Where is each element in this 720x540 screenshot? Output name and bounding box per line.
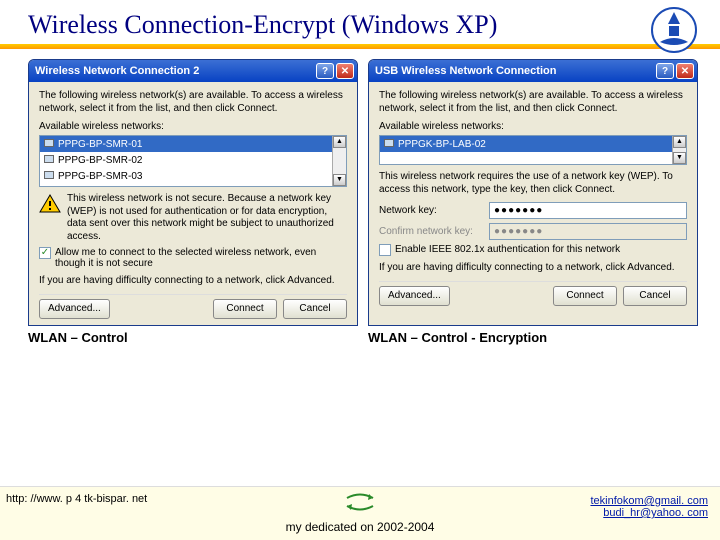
help-button[interactable]: ? (656, 63, 674, 79)
confirm-key-input[interactable]: ●●●●●●● (489, 223, 687, 240)
trouble-text: If you are having difficulty connecting … (39, 275, 347, 288)
warning-text: This wireless network is not secure. Bec… (67, 193, 347, 243)
allow-insecure-checkbox[interactable]: ✓ (39, 247, 51, 259)
trouble-text: If you are having difficulty connecting … (379, 262, 687, 275)
available-label: Available wireless networks: (379, 121, 687, 132)
title-stripe (0, 44, 720, 49)
wifi-icon (44, 139, 54, 149)
ministry-logo (650, 6, 698, 54)
scroll-up-button[interactable]: ▲ (333, 136, 346, 148)
scroll-down-button[interactable]: ▼ (673, 152, 686, 164)
network-key-label: Network key: (379, 205, 489, 216)
cancel-button[interactable]: Cancel (623, 286, 687, 306)
recycle-arrows-icon (343, 491, 377, 513)
advanced-button[interactable]: Advanced... (39, 299, 110, 319)
available-label: Available wireless networks: (39, 121, 347, 132)
help-button[interactable]: ? (316, 63, 334, 79)
wifi-icon (384, 139, 394, 149)
ieee8021x-label: Enable IEEE 802.1x authentication for th… (395, 244, 620, 255)
cancel-button[interactable]: Cancel (283, 299, 347, 319)
caption-right: WLAN – Control - Encryption (368, 330, 708, 345)
requires-key-text: This wireless network requires the use o… (379, 171, 687, 196)
footer-email1-link[interactable]: tekinfokom@gmail. com (590, 495, 708, 507)
caption-left: WLAN – Control (28, 330, 368, 345)
titlebar-text: USB Wireless Network Connection (375, 65, 556, 77)
footer-email2-link[interactable]: budi_hr@yahoo. com (603, 507, 708, 519)
footer-url: http: //www. p 4 tk-bispar. net (6, 493, 147, 505)
titlebar[interactable]: Wireless Network Connection 2 ? ✕ (29, 60, 357, 82)
warning-icon (39, 193, 61, 215)
wifi-icon (44, 155, 54, 165)
network-listbox[interactable]: PPPG-BP-SMR-01 PPPG-BP-SMR-02 PPPG-BP-SM… (39, 135, 347, 187)
list-item[interactable]: PPPGK-BP-LAB-02 (380, 136, 686, 152)
advanced-button[interactable]: Advanced... (379, 286, 450, 306)
footer: http: //www. p 4 tk-bispar. net tekinfok… (0, 486, 720, 540)
footer-dedication: my dedicated on 2002-2004 (286, 520, 435, 534)
connect-button[interactable]: Connect (213, 299, 277, 319)
intro-text: The following wireless network(s) are av… (39, 90, 347, 115)
titlebar-text: Wireless Network Connection 2 (35, 65, 199, 77)
scroll-track[interactable] (333, 148, 346, 174)
network-listbox[interactable]: PPPGK-BP-LAB-02 ▲ ▼ (379, 135, 687, 165)
list-item[interactable]: PPPG-BP-SMR-02 (40, 152, 346, 168)
ieee8021x-checkbox[interactable] (379, 244, 391, 256)
allow-insecure-label: Allow me to connect to the selected wire… (55, 247, 347, 269)
close-button[interactable]: ✕ (676, 63, 694, 79)
scrollbar[interactable]: ▲ ▼ (332, 136, 346, 186)
close-button[interactable]: ✕ (336, 63, 354, 79)
wifi-icon (44, 171, 54, 181)
list-item[interactable]: PPPG-BP-SMR-01 (40, 136, 346, 152)
list-item[interactable]: PPPG-BP-SMR-03 (40, 168, 346, 184)
scroll-up-button[interactable]: ▲ (673, 136, 686, 148)
titlebar[interactable]: USB Wireless Network Connection ? ✕ (369, 60, 697, 82)
page-title: Wireless Connection-Encrypt (Windows XP) (0, 0, 720, 44)
intro-text: The following wireless network(s) are av… (379, 90, 687, 115)
dialog-wireless-connection-2: Wireless Network Connection 2 ? ✕ The fo… (28, 59, 358, 326)
connect-button[interactable]: Connect (553, 286, 617, 306)
network-key-input[interactable]: ●●●●●●● (489, 202, 687, 219)
scrollbar[interactable]: ▲ ▼ (672, 136, 686, 164)
scroll-down-button[interactable]: ▼ (333, 174, 346, 186)
dialog-usb-wireless-connection: USB Wireless Network Connection ? ✕ The … (368, 59, 698, 326)
confirm-key-label: Confirm network key: (379, 226, 489, 237)
